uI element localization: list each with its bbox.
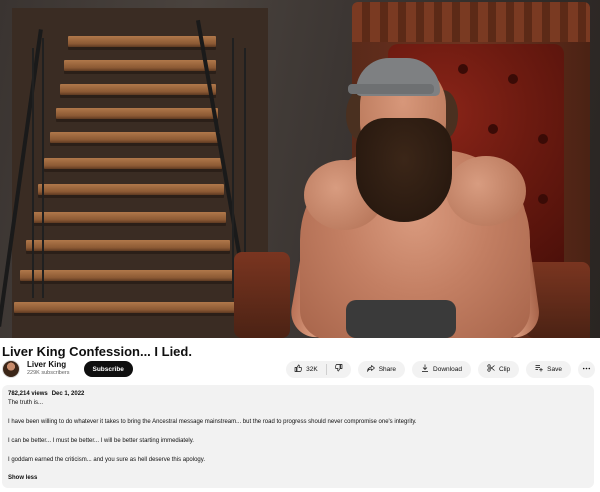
person-shorts (346, 300, 456, 338)
throne-left-armrest (234, 252, 290, 338)
description-line: The truth is... (8, 400, 44, 406)
clip-button[interactable]: Clip (477, 360, 520, 378)
scissors-icon (487, 364, 495, 374)
show-less-button[interactable]: Show less (8, 475, 37, 481)
channel-avatar[interactable] (2, 360, 20, 378)
more-horizontal-icon (582, 364, 591, 375)
description-box[interactable]: 782,214 views Dec 1, 2022 The truth is...… (2, 385, 594, 488)
download-icon (421, 364, 429, 374)
thumbs-down-icon (334, 364, 343, 374)
throne-crest (352, 2, 590, 42)
like-button[interactable]: 32K (286, 361, 326, 378)
action-bar: 32K Share Download Clip Save (279, 360, 595, 378)
download-button[interactable]: Download (412, 360, 471, 378)
description-meta: 782,214 views Dec 1, 2022 (8, 391, 588, 397)
channel-info: Liver King 229K subscribers (27, 361, 70, 377)
share-label: Share (378, 365, 397, 373)
person-cap-brim (348, 84, 434, 94)
thumbs-up-icon (294, 364, 303, 374)
staircase (0, 8, 268, 338)
owner-row: Liver King 229K subscribers Subscribe (2, 359, 133, 379)
channel-name[interactable]: Liver King (27, 361, 70, 369)
video-player[interactable] (0, 0, 600, 338)
description-line: I can be better... I must be better... I… (8, 438, 194, 444)
more-actions-button[interactable] (578, 360, 595, 378)
download-label: Download (433, 365, 462, 373)
description-line: I goddam earned the criticism... and you… (8, 457, 205, 463)
add-to-playlist-icon (535, 364, 543, 374)
clip-label: Clip (498, 365, 511, 373)
like-dislike-group: 32K (286, 360, 351, 378)
subscribe-button[interactable]: Subscribe (83, 361, 133, 377)
share-button[interactable]: Share (357, 360, 406, 378)
person-beard (356, 118, 452, 222)
save-label: Save (547, 365, 562, 373)
description-line: I have been willing to do whatever it ta… (8, 419, 417, 425)
share-icon (366, 364, 375, 374)
person-right-shoulder (446, 156, 526, 226)
save-button[interactable]: Save (526, 360, 571, 378)
dislike-button[interactable] (327, 361, 351, 378)
video-title: Liver King Confession... I Lied. (2, 344, 192, 359)
subscriber-count: 229K subscribers (27, 370, 70, 377)
upload-date: Dec 1, 2022 (51, 391, 85, 397)
view-count: 782,214 views (8, 391, 48, 397)
like-count: 32K (306, 365, 318, 373)
